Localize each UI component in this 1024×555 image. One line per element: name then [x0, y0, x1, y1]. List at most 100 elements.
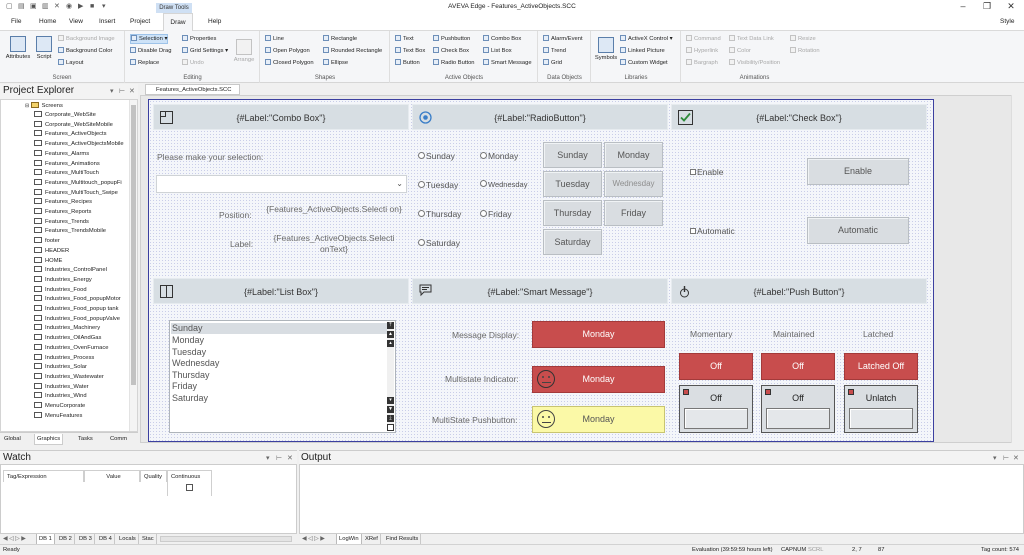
day-button-friday[interactable]: Friday: [604, 200, 663, 226]
scroll-square-icon[interactable]: [387, 424, 394, 431]
tree-item-screen[interactable]: MenuCorporate: [34, 402, 85, 411]
menu-view[interactable]: View: [64, 13, 88, 31]
color-button[interactable]: Color: [729, 46, 751, 56]
tree-item-screen[interactable]: HOME: [34, 256, 62, 266]
maximize-icon[interactable]: ❐: [976, 0, 998, 13]
combo-box-button[interactable]: Combo Box: [483, 34, 521, 44]
tree-item-screen[interactable]: Features_Recipes: [34, 198, 92, 207]
enable-button[interactable]: Enable: [807, 158, 909, 185]
combo-box-select[interactable]: ⌄: [156, 175, 407, 193]
tree-item-screen[interactable]: Features_Animations: [34, 159, 100, 169]
text-box-button[interactable]: Text Box: [395, 46, 425, 56]
multistate-pushbutton[interactable]: Monday: [532, 406, 665, 433]
continuous-checkbox[interactable]: [186, 484, 193, 491]
pin-icon[interactable]: ⊢: [119, 87, 125, 95]
scroll-up-icon[interactable]: ▲: [387, 331, 394, 338]
radio-friday[interactable]: Friday: [480, 209, 512, 219]
day-button-tuesday[interactable]: Tuesday: [543, 171, 602, 197]
radio-button-button[interactable]: Radio Button: [433, 58, 475, 68]
tab-xref[interactable]: XRef: [363, 534, 381, 544]
new-icon[interactable]: ▢: [6, 3, 14, 10]
menu-file[interactable]: File: [6, 13, 26, 31]
scroll-top-icon[interactable]: ⤒: [387, 322, 394, 329]
closed-polygon-button[interactable]: Closed Polygon: [265, 58, 314, 68]
pin-icon[interactable]: ⊢: [276, 454, 282, 462]
radio-wednesday[interactable]: Wednesday: [480, 180, 527, 189]
resize-button[interactable]: Resize: [790, 34, 816, 44]
background-color-button[interactable]: Background Color: [58, 46, 112, 56]
open-polygon-button[interactable]: Open Polygon: [265, 46, 310, 56]
tree-item-screen[interactable]: Industries_Food_popup tank: [34, 305, 118, 314]
script-button[interactable]: Script: [34, 36, 54, 60]
rectangle-button[interactable]: Rectangle: [323, 34, 357, 44]
tree-item-screen[interactable]: Industries_Water: [34, 382, 89, 392]
day-button-thursday[interactable]: Thursday: [543, 200, 602, 226]
tree-item-screen[interactable]: Industries_ControlPanel: [34, 266, 107, 275]
automatic-checkbox[interactable]: Automatic: [690, 226, 735, 236]
replace-button[interactable]: Replace: [130, 58, 159, 68]
activex-control-button[interactable]: ActiveX Control ▾: [620, 34, 672, 44]
tree-root-screens[interactable]: ⊟ Screens: [25, 102, 63, 111]
tree-item-screen[interactable]: Industries_Food_popupMotor: [34, 295, 121, 304]
tree-item-screen[interactable]: MenuFeatures: [34, 411, 82, 421]
hyperlink-button[interactable]: Hyperlink: [686, 46, 718, 56]
tab-db4[interactable]: DB 4: [97, 534, 115, 544]
text-button[interactable]: Text: [395, 34, 414, 44]
tree-item-screen[interactable]: Features_ActiveObjectsMobile: [34, 140, 124, 149]
tab-locals[interactable]: Locals: [117, 534, 139, 544]
scroll-down-icon[interactable]: ▼: [387, 406, 394, 413]
linked-picture-button[interactable]: Linked Picture: [620, 46, 665, 56]
selection-button[interactable]: Selection ▾: [130, 34, 169, 44]
open-icon[interactable]: ▤: [18, 3, 26, 10]
tree-item-screen[interactable]: Industries_Machinery: [34, 324, 100, 333]
day-button-monday[interactable]: Monday: [604, 142, 663, 168]
tree-item-screen[interactable]: Industries_Solar: [34, 363, 87, 372]
maintained-press-area[interactable]: [766, 408, 830, 429]
custom-widget-button[interactable]: Custom Widget: [620, 58, 668, 68]
tree-item-screen[interactable]: Industries_OvenFurnace: [34, 343, 108, 353]
list-box[interactable]: Sunday Monday Tuesday Wednesday Thursday…: [169, 320, 396, 433]
momentary-press-area[interactable]: [684, 408, 748, 429]
radio-tuesday[interactable]: Tuesday: [418, 180, 458, 190]
tree-item-screen[interactable]: Industries_Wind: [34, 392, 87, 401]
properties-button[interactable]: Properties: [182, 34, 216, 44]
scroll-page-up-icon[interactable]: ▴: [387, 340, 394, 347]
alarm-event-button[interactable]: Alarm/Event: [543, 34, 583, 44]
tree-item-screen[interactable]: Features_MultiTouch_Swipe: [34, 188, 118, 198]
tab-db3[interactable]: DB 3: [77, 534, 95, 544]
tree-item-screen[interactable]: Features_Trends: [34, 217, 89, 227]
close-file-icon[interactable]: ✕: [54, 3, 62, 10]
command-button[interactable]: Command: [686, 34, 721, 44]
trend-button[interactable]: Trend: [543, 46, 566, 56]
quick-access-dropdown-icon[interactable]: ▾: [102, 3, 110, 10]
document-tab[interactable]: Features_ActiveObjects.SCC: [145, 84, 240, 95]
context-tab-draw-tools[interactable]: Draw Tools: [156, 3, 192, 13]
layout-button[interactable]: Layout: [58, 58, 83, 68]
minimize-icon[interactable]: –: [952, 0, 974, 13]
check-box-button[interactable]: Check Box: [433, 46, 469, 56]
list-item-saturday[interactable]: Saturday: [171, 393, 208, 404]
list-item-tuesday[interactable]: Tuesday: [171, 347, 206, 358]
run-icon[interactable]: ▶: [78, 3, 86, 10]
tree-item-screen[interactable]: Industries_Energy: [34, 275, 92, 285]
tree-item-screen[interactable]: Features_TrendsMobile: [34, 227, 106, 236]
watch-col-continuous[interactable]: Continuous: [167, 470, 212, 496]
verify-icon[interactable]: ◉: [66, 3, 74, 10]
list-item-wednesday[interactable]: Wednesday: [171, 358, 219, 369]
symbols-button[interactable]: Symbols: [594, 37, 618, 61]
undo-button[interactable]: Undo: [182, 58, 204, 68]
close-pane-icon[interactable]: ✕: [1013, 454, 1019, 462]
tree-scroll-thumb[interactable]: [131, 105, 136, 385]
tree-item-screen[interactable]: footer: [34, 237, 60, 246]
arrange-button[interactable]: Arrange: [232, 39, 256, 63]
close-pane-icon[interactable]: ✕: [287, 454, 293, 462]
pane-menu-icon[interactable]: ▾: [266, 454, 270, 462]
pane-menu-icon[interactable]: ▾: [993, 454, 997, 462]
grid-button[interactable]: Grid: [543, 58, 562, 68]
tree-item-screen[interactable]: Features_ActiveObjects: [34, 130, 107, 139]
tab-graphics[interactable]: Graphics: [34, 434, 64, 445]
radio-thursday[interactable]: Thursday: [418, 209, 461, 219]
style-menu[interactable]: Style: [995, 13, 1019, 31]
maintained-pushbutton[interactable]: Off: [761, 385, 835, 433]
tab-find-results[interactable]: Find Results: [384, 534, 422, 544]
